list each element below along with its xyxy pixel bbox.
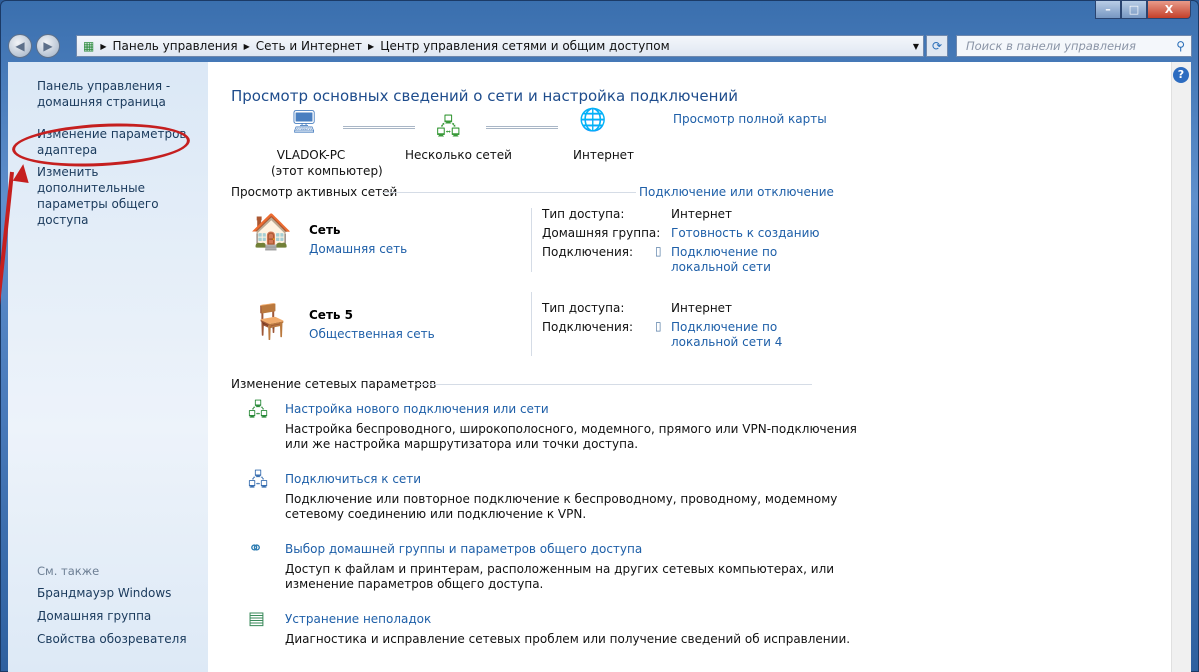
close-button[interactable]: X	[1147, 0, 1191, 19]
access-type-value: Интернет	[671, 301, 733, 315]
task-homegroup-link[interactable]: Выбор домашней группы и параметров общег…	[285, 542, 642, 556]
page-title: Просмотр основных сведений о сети и наст…	[231, 87, 738, 105]
control-panel-icon: ▦	[83, 39, 95, 53]
networks-label: Несколько сетей	[405, 148, 512, 162]
network-type-link[interactable]: Общественная сеть	[309, 327, 435, 341]
connect-network-icon: 🖧	[248, 470, 269, 491]
internet-globe-icon: 🌐	[579, 108, 607, 133]
connections-label: Подключения:	[542, 320, 634, 334]
red-arrow-head	[12, 162, 32, 184]
network-name: Сеть 5	[309, 308, 354, 322]
breadcrumb-sep-icon: ▶	[100, 41, 107, 51]
ethernet-icon: ▯	[655, 244, 662, 258]
task-new-connection-link[interactable]: Настройка нового подключения или сети	[285, 402, 549, 416]
help-icon[interactable]: ?	[1173, 67, 1189, 83]
vertical-scrollbar[interactable]: ?	[1171, 62, 1191, 672]
connection-line	[486, 126, 558, 129]
access-type-label: Тип доступа:	[542, 301, 625, 315]
divider	[531, 208, 532, 272]
task-description: Настройка беспроводного, широкополосного…	[285, 422, 857, 451]
divider	[531, 292, 532, 356]
connection-line	[343, 126, 415, 129]
window-controls: – □ X	[1095, 0, 1191, 19]
search-icon[interactable]: ⚲	[1176, 36, 1185, 56]
task-troubleshoot-link[interactable]: Устранение неполадок	[285, 612, 431, 626]
internet-label: Интернет	[573, 148, 635, 162]
refresh-button[interactable]: ⟳	[926, 35, 948, 57]
breadcrumb-network-center[interactable]: Центр управления сетями и общим доступом	[380, 39, 669, 53]
ethernet-icon: ▯	[655, 319, 662, 333]
network-name: Сеть	[309, 223, 341, 237]
home-network-icon: 🏠	[250, 212, 293, 252]
see-also-label: См. также	[37, 564, 100, 578]
sidebar-sharing-settings-link[interactable]: Изменить дополнительные параметры общего …	[37, 164, 208, 228]
computer-name: VLADOK-PC (этот компьютер)	[271, 148, 383, 178]
full-map-link[interactable]: Просмотр полной карты	[673, 112, 827, 126]
troubleshoot-icon: ▤	[248, 608, 266, 629]
sidebar-home-link[interactable]: Панель управления - домашняя страница	[37, 78, 170, 110]
dropdown-arrow-icon[interactable]: ▼	[913, 42, 919, 51]
address-bar[interactable]: ▦ ▶ Панель управления ▶ Сеть и Интернет …	[76, 35, 924, 57]
multiple-networks-icon: 🖧	[436, 115, 461, 140]
sidebar-internet-options-link[interactable]: Свойства обозревателя	[37, 632, 187, 646]
homegroup-link[interactable]: Готовность к созданию	[671, 226, 820, 240]
public-network-bench-icon: 🪑	[250, 302, 293, 342]
breadcrumb-sep-icon: ▶	[368, 41, 375, 51]
new-connection-icon: 🖧	[248, 400, 269, 421]
maximize-button[interactable]: □	[1121, 0, 1147, 19]
computer-icon: 🖥	[290, 110, 318, 135]
main-content: Просмотр основных сведений о сети и наст…	[208, 62, 1171, 672]
divider	[415, 384, 812, 385]
task-description: Диагностика и исправление сетевых пробле…	[285, 632, 851, 646]
back-button[interactable]: ◀	[8, 34, 32, 58]
task-description: Подключение или повторное подключение к …	[285, 492, 838, 521]
connection-link[interactable]: Подключение по локальной сети 4	[671, 320, 782, 350]
network-type-link[interactable]: Домашняя сеть	[309, 242, 407, 256]
minimize-button[interactable]: –	[1095, 0, 1121, 19]
access-type-value: Интернет	[671, 207, 733, 221]
sidebar-firewall-link[interactable]: Брандмауэр Windows	[37, 586, 171, 600]
search-placeholder: Поиск в панели управления	[966, 39, 1136, 53]
sidebar-homegroup-link[interactable]: Домашняя группа	[37, 609, 151, 623]
task-description: Доступ к файлам и принтерам, расположенн…	[285, 562, 835, 591]
connect-disconnect-link[interactable]: Подключение или отключение	[639, 185, 834, 199]
homegroup-icon: ⚭	[248, 538, 264, 559]
connection-link[interactable]: Подключение по локальной сети	[671, 245, 777, 275]
sidebar: Панель управления - домашняя страница Изм…	[0, 62, 208, 672]
homegroup-label: Домашняя группа:	[542, 226, 661, 240]
breadcrumb-sep-icon: ▶	[243, 41, 250, 51]
active-networks-header: Просмотр активных сетей	[231, 185, 398, 199]
client-area: Панель управления - домашняя страница Изм…	[0, 62, 1191, 672]
divider	[383, 192, 636, 193]
change-settings-header: Изменение сетевых параметров	[231, 377, 437, 391]
connections-label: Подключения:	[542, 245, 634, 259]
navigation-bar: ◀ ▶ ▦ ▶ Панель управления ▶ Сеть и Интер…	[8, 33, 1192, 59]
search-input[interactable]: Поиск в панели управления ⚲	[956, 35, 1192, 57]
breadcrumb-control-panel[interactable]: Панель управления	[113, 39, 238, 53]
task-connect-network-link[interactable]: Подключиться к сети	[285, 472, 421, 486]
forward-button[interactable]: ▶	[36, 34, 60, 58]
access-type-label: Тип доступа:	[542, 207, 625, 221]
breadcrumb-network[interactable]: Сеть и Интернет	[256, 39, 362, 53]
